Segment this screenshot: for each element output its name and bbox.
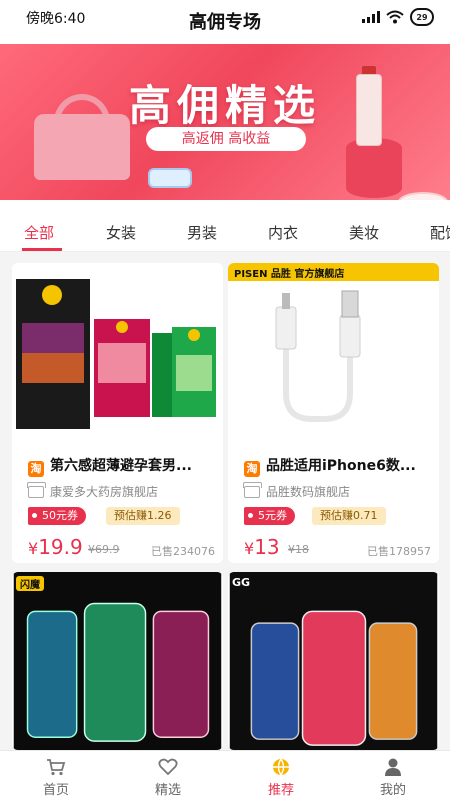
taobao-icon: 淘 — [28, 461, 44, 477]
status-icons: 29 — [362, 8, 434, 26]
compass-icon — [273, 758, 289, 776]
product-image-condom — [12, 263, 223, 444]
tab-men[interactable]: 男装 — [187, 222, 217, 243]
bottom-nav: 首页 精选 推荐 我的 — [0, 750, 450, 800]
category-tabs: 全部 女装 男装 内衣 美妆 配饰 — [0, 200, 450, 252]
shop-icon — [27, 481, 46, 498]
product-image-usb-cable — [228, 263, 439, 444]
promo-banner[interactable]: 高佣精选 高返佣 高收益 — [0, 44, 450, 200]
shop-name-row: 康爱多大药房旗舰店 — [27, 481, 159, 500]
brand-badge: 闪魔 — [16, 576, 44, 591]
signal-icon — [362, 11, 380, 23]
estimated-earnings-badge: 预估赚1.26 — [106, 507, 180, 525]
product-image-phone-glass — [229, 572, 438, 750]
shop-name: 康爱多大药房旗舰店 — [50, 485, 159, 499]
price: ¥19.9 — [28, 535, 83, 559]
heart-icon — [158, 758, 178, 776]
cart-icon — [47, 759, 66, 776]
estimated-earnings-badge: 预估赚0.71 — [312, 507, 386, 525]
nav-home[interactable]: 首页 — [0, 751, 112, 800]
product-title: 淘第六感超薄避孕套男... — [28, 455, 218, 477]
original-price: ¥69.9 — [88, 543, 120, 556]
brand-banner: PISEN 品胜 官方旗舰店 — [234, 269, 345, 280]
coupon-badge: 50元券 — [28, 507, 86, 525]
brand-badge: GG — [232, 576, 251, 589]
taobao-icon: 淘 — [244, 461, 260, 477]
product-card[interactable]: PISEN 品胜 官方旗舰店 淘品胜适用iPhone6数... 品胜数码旗舰店 … — [228, 263, 439, 563]
tab-all[interactable]: 全部 — [24, 222, 54, 243]
sold-count: 已售178957 — [367, 545, 431, 558]
product-card[interactable]: GG — [228, 572, 439, 750]
shop-icon — [243, 481, 262, 498]
podium-illustration — [346, 138, 402, 198]
tab-underwear[interactable]: 内衣 — [268, 222, 298, 243]
tab-women[interactable]: 女装 — [106, 222, 136, 243]
cream-jar-illustration — [148, 168, 192, 188]
product-image-screen-protector — [13, 572, 222, 750]
shop-name: 品胜数码旗舰店 — [266, 485, 351, 499]
price: ¥13 — [244, 535, 280, 559]
banner-subtitle: 高返佣 高收益 — [146, 127, 306, 151]
wifi-icon — [386, 10, 404, 24]
nav-mine[interactable]: 我的 — [337, 751, 449, 800]
sold-count: 已售234076 — [151, 545, 215, 558]
banner-title: 高佣精选 — [128, 81, 321, 130]
shop-name-row: 品胜数码旗舰店 — [243, 481, 351, 500]
product-card[interactable]: 闪魔 — [12, 572, 223, 750]
battery-icon: 29 — [410, 8, 434, 26]
nav-recommend[interactable]: 推荐 — [225, 751, 337, 800]
product-title: 淘品胜适用iPhone6数... — [244, 455, 434, 477]
coupon-badge: 5元券 — [244, 507, 295, 525]
user-icon — [385, 758, 401, 776]
compact-illustration — [398, 192, 448, 200]
tab-makeup[interactable]: 美妆 — [349, 222, 379, 243]
tab-accessories[interactable]: 配饰 — [430, 222, 450, 243]
nav-featured[interactable]: 精选 — [112, 751, 224, 800]
active-tab-indicator — [22, 248, 62, 251]
product-card[interactable]: 淘第六感超薄避孕套男... 康爱多大药房旗舰店 50元券 预估赚1.26 ¥19… — [12, 263, 223, 563]
original-price: ¥18 — [288, 543, 309, 556]
status-and-title-bar: 傍晚6:40 高佣专场 29 — [0, 0, 450, 44]
